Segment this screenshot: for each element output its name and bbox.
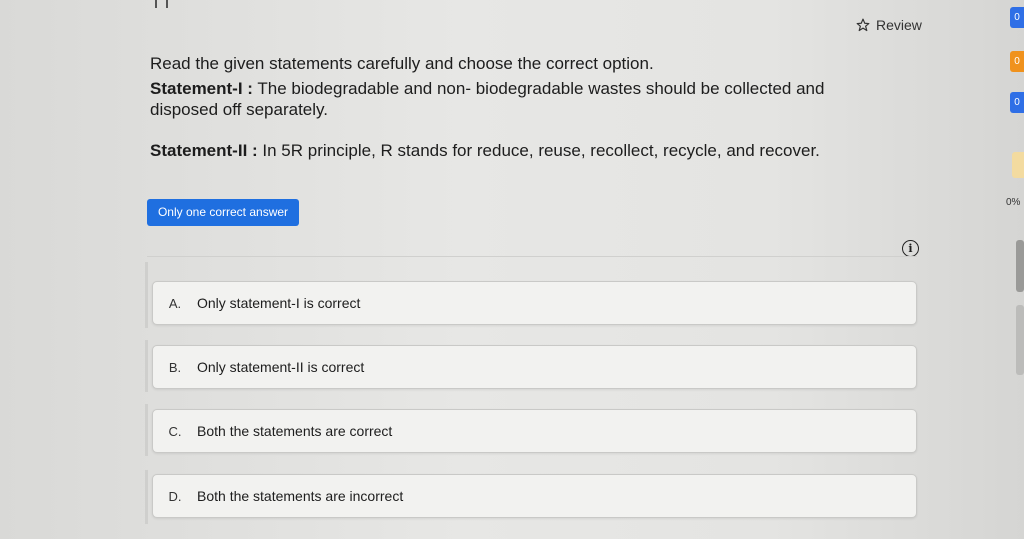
review-label: Review — [876, 17, 922, 33]
option-a-text: Only statement-I is correct — [197, 295, 361, 311]
legend-swatch — [1012, 152, 1024, 178]
progress-percent: 0% — [1006, 197, 1021, 208]
option-a[interactable]: A. Only statement-I is correct — [152, 281, 917, 325]
answer-type-badge: Only one correct answer — [147, 199, 299, 226]
statement-2-label: Statement-II : — [150, 141, 258, 160]
option-rail — [145, 404, 148, 456]
option-b-text: Only statement-II is correct — [197, 359, 365, 375]
option-b[interactable]: B. Only statement-II is correct — [152, 345, 917, 389]
divider — [147, 256, 917, 257]
pause-icon — [155, 0, 168, 8]
option-d-letter: D. — [168, 488, 182, 504]
option-b-letter: B. — [168, 359, 182, 375]
option-d-text: Both the statements are incorrect — [197, 488, 404, 504]
info-icon[interactable]: i — [902, 240, 919, 257]
scrollbar-track[interactable] — [1016, 305, 1024, 375]
question-intro: Read the given statements carefully and … — [150, 54, 654, 73]
option-c-text: Both the statements are correct — [197, 423, 393, 439]
count-badge-marked[interactable]: 0 — [1010, 51, 1024, 72]
count-badge-answered[interactable]: 0 — [1010, 7, 1024, 28]
scrollbar-thumb[interactable] — [1016, 240, 1024, 292]
statement-2-text: In 5R principle, R stands for reduce, re… — [257, 141, 820, 160]
option-rail — [145, 262, 148, 328]
option-rail — [145, 470, 148, 524]
review-button[interactable]: Review — [856, 17, 922, 33]
star-icon — [856, 18, 870, 32]
option-c-letter: C. — [168, 423, 182, 439]
option-c[interactable]: C. Both the statements are correct — [152, 409, 917, 453]
option-d[interactable]: D. Both the statements are incorrect — [152, 474, 917, 518]
count-badge-unanswered[interactable]: 0 — [1010, 92, 1024, 113]
option-a-letter: A. — [168, 295, 182, 311]
statement-1: Statement-I : The biodegradable and non-… — [150, 78, 890, 120]
statement-1-label: Statement-I : — [150, 79, 253, 98]
statement-2: Statement-II : In 5R principle, R stands… — [150, 140, 890, 161]
option-rail — [145, 340, 148, 392]
